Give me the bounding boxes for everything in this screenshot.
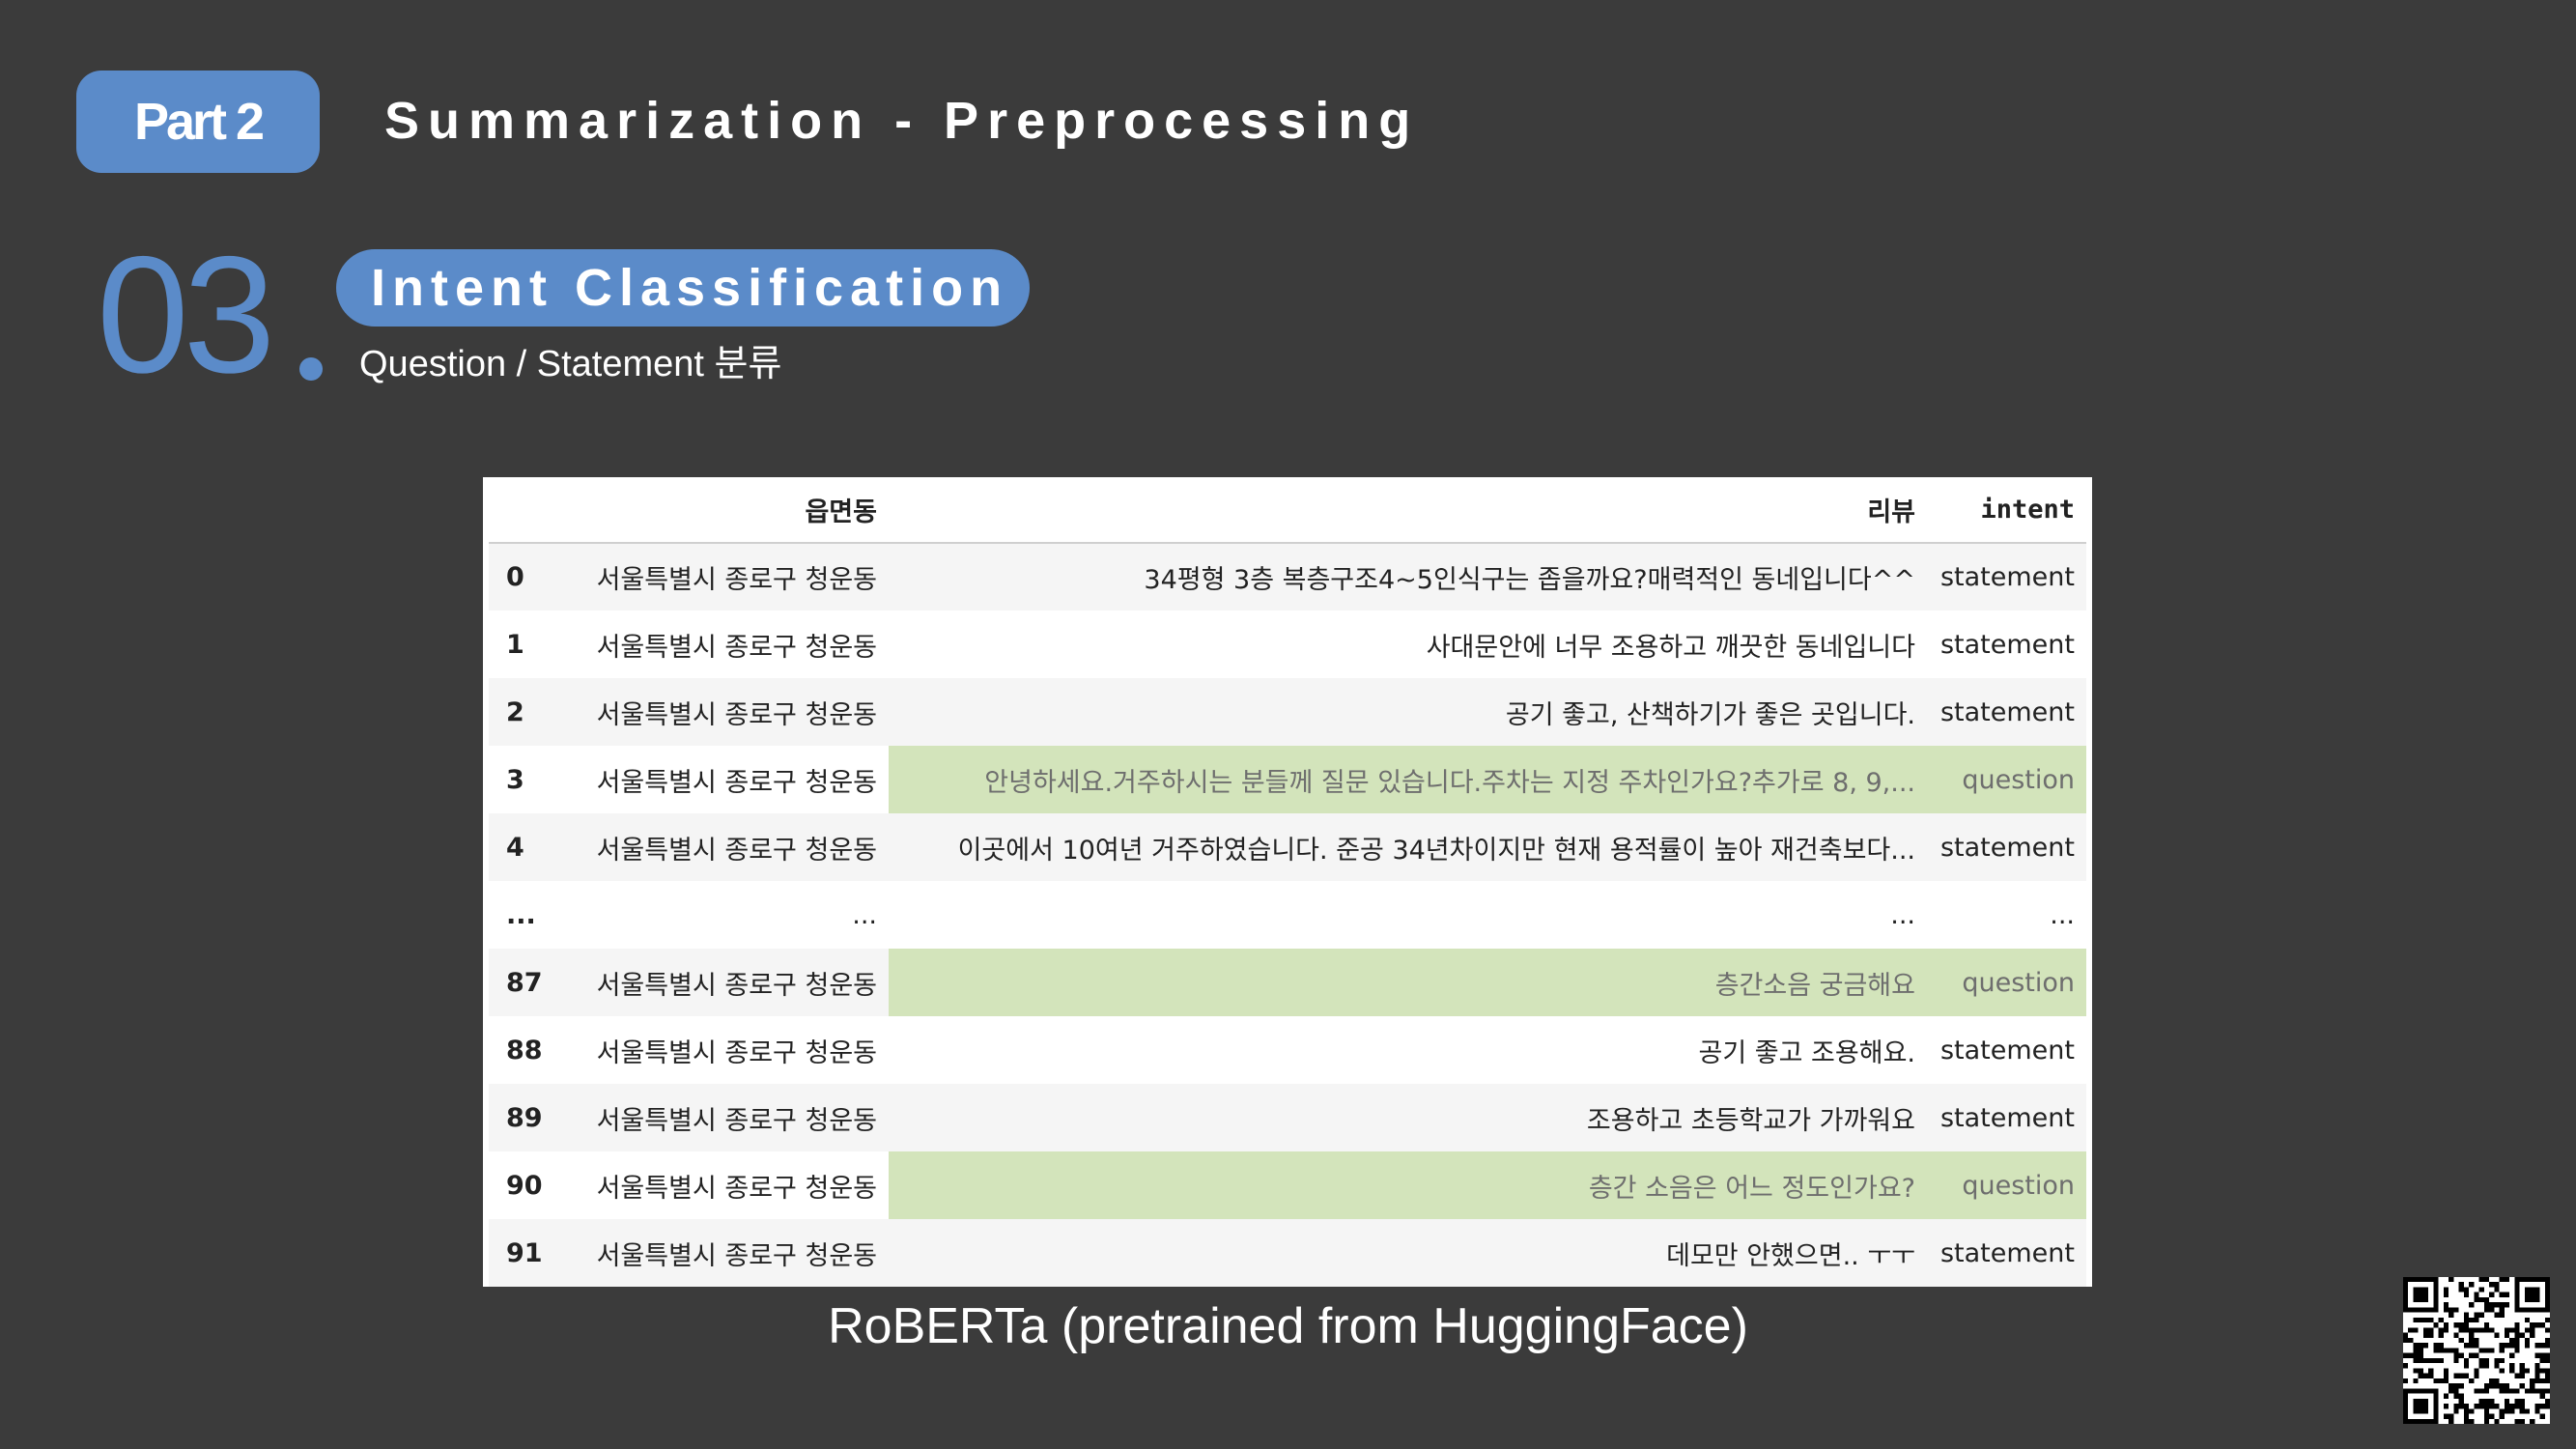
table-row: 90 서울특별시 종로구 청운동 층간 소음은 어느 정도인가요? question [489,1151,2086,1219]
table-row: 88 서울특별시 종로구 청운동 공기 좋고 조용해요. statement [489,1016,2086,1084]
row-town: 서울특별시 종로구 청운동 [596,1105,877,1136]
row-town: 서울특별시 종로구 청운동 [596,835,877,866]
header-town: 읍면동 [805,497,877,527]
row-review: 층간소음 궁금해요 [889,949,1927,1016]
row-index: 1 [506,629,524,660]
row-intent: question [1927,1151,2086,1219]
row-review: 층간 소음은 어느 정도인가요? [889,1151,1927,1219]
model-caption: RoBERTa (pretrained from HuggingFace) [828,1298,1748,1354]
table-row: ............ [489,881,2086,949]
row-intent: statement [1939,1237,2075,1268]
table-header-row: 읍면동 리뷰 intent [489,477,2086,543]
row-town: 서울특별시 종로구 청운동 [596,699,877,730]
row-index: 90 [506,1170,543,1201]
row-intent: question [1927,949,2086,1016]
row-intent: statement [1939,629,2075,660]
row-review: 공기 좋고, 산책하기가 좋은 곳입니다. [1505,699,1915,730]
row-intent: statement [1939,1102,2075,1133]
row-town: ... [852,899,877,930]
row-intent: statement [1939,562,2075,592]
header-intent: intent [1980,495,2075,525]
row-index: 87 [506,967,543,998]
row-review: ... [1890,899,1915,930]
part-badge: Part 2 [76,71,320,173]
row-intent: ... [2050,899,2075,930]
table-row: 3 서울특별시 종로구 청운동 안녕하세요.거주하시는 분들께 질문 있습니다.주차… [489,746,2086,813]
header-review: 리뷰 [1867,497,1915,527]
page-title: Summarization - Preprocessing [384,92,1420,150]
dataframe-panel: 읍면동 리뷰 intent 0 서울특별시 종로구 청운동 34평형 3층 복층구조… [483,477,2092,1287]
row-index: 4 [506,832,524,863]
row-intent: question [1927,746,2086,813]
row-review: 안녕하세요.거주하시는 분들께 질문 있습니다.주차는 지정 주차인가요?추가로… [889,746,1927,813]
row-intent: statement [1939,1035,2075,1065]
row-index: 0 [506,562,524,592]
table-row: 2 서울특별시 종로구 청운동 공기 좋고, 산책하기가 좋은 곳입니다. state… [489,678,2086,746]
row-town: 서울특별시 종로구 청운동 [596,1240,877,1271]
section-subtitle: Question / Statement 분류 [359,344,782,384]
row-town: 서울특별시 종로구 청운동 [596,565,877,595]
row-index: 88 [506,1035,543,1065]
row-index: 3 [506,764,524,795]
qr-code-icon [2403,1277,2550,1424]
row-review: 34평형 3층 복층구조4~5인식구는 좁을까요?매력적인 동네입니다^^ [1144,565,1915,595]
row-town: 서울특별시 종로구 청운동 [596,1173,877,1204]
row-index: 89 [506,1102,543,1133]
table-body: 0 서울특별시 종로구 청운동 34평형 3층 복층구조4~5인식구는 좁을까요?매… [489,543,2086,1287]
table-row: 1 서울특별시 종로구 청운동 사대문안에 너무 조용하고 깨끗한 동네입니다 sta… [489,611,2086,678]
table-row: 4 서울특별시 종로구 청운동 이곳에서 10여년 거주하였습니다. 준공 34년차… [489,813,2086,881]
row-index: 2 [506,696,524,727]
table-row: 87 서울특별시 종로구 청운동 층간소음 궁금해요 question [489,949,2086,1016]
row-town: 서울특별시 종로구 청운동 [596,970,877,1001]
row-review: 데모만 안했으면.. ㅜㅜ [1666,1240,1915,1271]
row-review: 조용하고 초등학교가 가까워요 [1586,1105,1915,1136]
row-index: ... [506,899,536,930]
row-intent: statement [1939,832,2075,863]
section-title-badge: Intent Classification [336,249,1030,327]
row-index: 91 [506,1237,543,1268]
row-intent: statement [1939,696,2075,727]
section-dot [299,357,323,381]
row-town: 서울특별시 종로구 청운동 [596,767,877,798]
row-town: 서울특별시 종로구 청운동 [596,1037,877,1068]
section-number: 03 [97,222,275,408]
table-row: 91 서울특별시 종로구 청운동 데모만 안했으면.. ㅜㅜ statement [489,1219,2086,1287]
row-review: 공기 좋고 조용해요. [1698,1037,1915,1068]
table-row: 89 서울특별시 종로구 청운동 조용하고 초등학교가 가까워요 statement [489,1084,2086,1151]
table-row: 0 서울특별시 종로구 청운동 34평형 3층 복층구조4~5인식구는 좁을까요?매… [489,543,2086,611]
row-review: 사대문안에 너무 조용하고 깨끗한 동네입니다 [1426,632,1915,663]
row-town: 서울특별시 종로구 청운동 [596,632,877,663]
header-index [489,477,562,543]
intent-table: 읍면동 리뷰 intent 0 서울특별시 종로구 청운동 34평형 3층 복층구조… [489,477,2086,1287]
row-review: 이곳에서 10여년 거주하였습니다. 준공 34년차이지만 현재 용적률이 높아… [957,835,1915,866]
